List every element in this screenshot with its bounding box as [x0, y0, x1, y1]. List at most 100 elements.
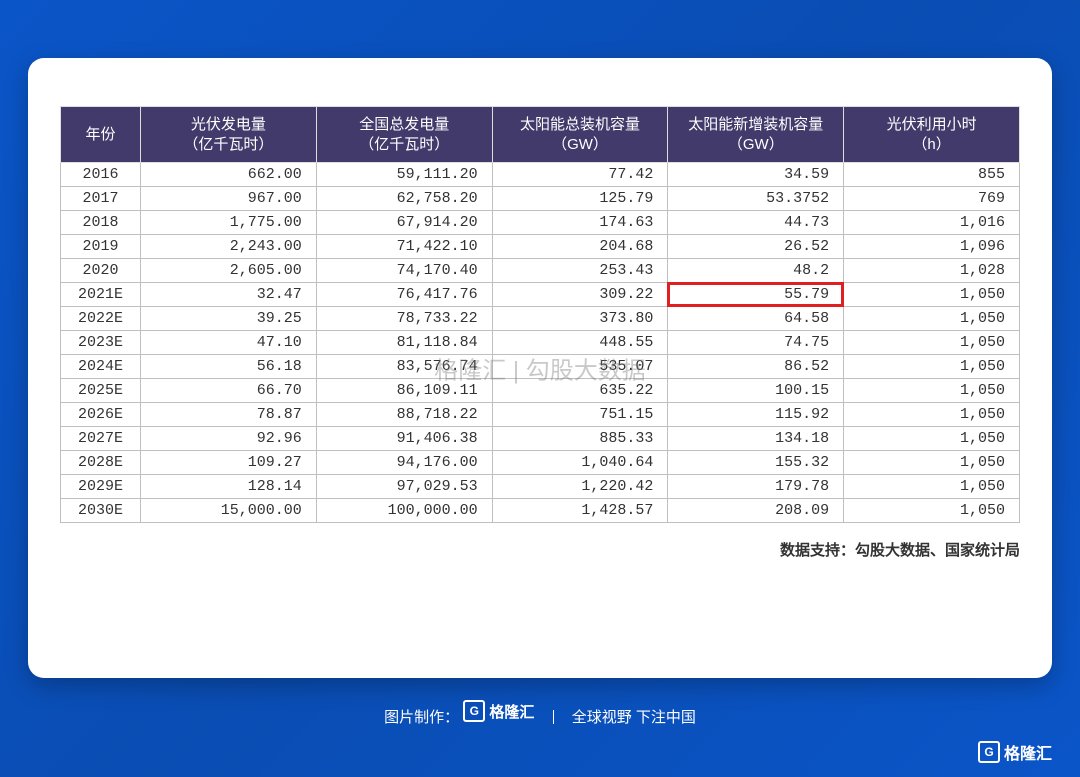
value-cell: 83,576.74: [316, 355, 492, 379]
value-cell: 1,050: [844, 307, 1020, 331]
page-root: 年份光伏发电量（亿千瓦时）全国总发电量（亿千瓦时）太阳能总装机容量（GW）太阳能…: [0, 0, 1080, 777]
table-row: 20181,775.0067,914.20174.6344.731,016: [61, 211, 1020, 235]
value-cell: 253.43: [492, 259, 668, 283]
value-cell: 2,605.00: [141, 259, 317, 283]
table-row: 2022E39.2578,733.22373.8064.581,050: [61, 307, 1020, 331]
content-panel: 年份光伏发电量（亿千瓦时）全国总发电量（亿千瓦时）太阳能总装机容量（GW）太阳能…: [28, 58, 1052, 678]
value-cell: 67,914.20: [316, 211, 492, 235]
brand-name: 格隆汇: [489, 701, 534, 722]
value-cell: 125.79: [492, 187, 668, 211]
footer-bar: 图片制作： 格隆汇 全球视野 下注中国: [0, 700, 1080, 727]
value-cell: 662.00: [141, 163, 317, 187]
table-row: 2030E15,000.00100,000.001,428.57208.091,…: [61, 499, 1020, 523]
value-cell: 1,050: [844, 475, 1020, 499]
table-header: 年份光伏发电量（亿千瓦时）全国总发电量（亿千瓦时）太阳能总装机容量（GW）太阳能…: [61, 107, 1020, 163]
value-cell: 88,718.22: [316, 403, 492, 427]
value-cell: 115.92: [668, 403, 844, 427]
value-cell: 885.33: [492, 427, 668, 451]
value-cell: 78,733.22: [316, 307, 492, 331]
table-row: 20192,243.0071,422.10204.6826.521,096: [61, 235, 1020, 259]
value-cell: 32.47: [141, 283, 317, 307]
table-row: 2016662.0059,111.2077.4234.59855: [61, 163, 1020, 187]
col-header: 年份: [61, 107, 141, 163]
value-cell: 208.09: [668, 499, 844, 523]
value-cell: 204.68: [492, 235, 668, 259]
value-cell: 86,109.11: [316, 379, 492, 403]
value-cell: 1,050: [844, 331, 1020, 355]
value-cell: 66.70: [141, 379, 317, 403]
value-cell: 1,050: [844, 427, 1020, 451]
table-row: 2028E109.2794,176.001,040.64155.321,050: [61, 451, 1020, 475]
value-cell: 71,422.10: [316, 235, 492, 259]
year-cell: 2030E: [61, 499, 141, 523]
year-cell: 2017: [61, 187, 141, 211]
value-cell: 77.42: [492, 163, 668, 187]
value-cell: 769: [844, 187, 1020, 211]
value-cell: 59,111.20: [316, 163, 492, 187]
value-cell: 855: [844, 163, 1020, 187]
value-cell: 1,428.57: [492, 499, 668, 523]
table-row: 2017967.0062,758.20125.7953.3752769: [61, 187, 1020, 211]
corner-logo: 格隆汇: [978, 740, 1052, 764]
value-cell: 47.10: [141, 331, 317, 355]
value-cell: 448.55: [492, 331, 668, 355]
value-cell: 92.96: [141, 427, 317, 451]
value-cell: 1,050: [844, 355, 1020, 379]
value-cell: 34.59: [668, 163, 844, 187]
value-cell: 174.63: [492, 211, 668, 235]
value-cell: 26.52: [668, 235, 844, 259]
value-cell: 1,050: [844, 403, 1020, 427]
col-header: 太阳能总装机容量（GW）: [492, 107, 668, 163]
value-cell: 1,096: [844, 235, 1020, 259]
year-cell: 2019: [61, 235, 141, 259]
value-cell: 81,118.84: [316, 331, 492, 355]
value-cell: 2,243.00: [141, 235, 317, 259]
tagline: 全球视野 下注中国: [572, 709, 696, 726]
value-cell: 635.22: [492, 379, 668, 403]
value-cell: 967.00: [141, 187, 317, 211]
value-cell: 1,050: [844, 451, 1020, 475]
solar-table: 年份光伏发电量（亿千瓦时）全国总发电量（亿千瓦时）太阳能总装机容量（GW）太阳能…: [60, 106, 1020, 523]
value-cell: 56.18: [141, 355, 317, 379]
value-cell: 39.25: [141, 307, 317, 331]
col-header: 光伏发电量（亿千瓦时）: [141, 107, 317, 163]
value-cell: 1,050: [844, 283, 1020, 307]
col-header: 全国总发电量（亿千瓦时）: [316, 107, 492, 163]
logo-icon: [978, 741, 1000, 763]
year-cell: 2027E: [61, 427, 141, 451]
table-row: 2024E56.1883,576.74535.0786.521,050: [61, 355, 1020, 379]
value-cell: 373.80: [492, 307, 668, 331]
credit-label: 图片制作：: [384, 709, 459, 726]
value-cell: 62,758.20: [316, 187, 492, 211]
value-cell: 1,220.42: [492, 475, 668, 499]
table-row: 2029E128.1497,029.531,220.42179.781,050: [61, 475, 1020, 499]
year-cell: 2022E: [61, 307, 141, 331]
year-cell: 2026E: [61, 403, 141, 427]
brand-name: 格隆汇: [1004, 740, 1052, 764]
value-cell: 74.75: [668, 331, 844, 355]
value-cell: 535.07: [492, 355, 668, 379]
year-cell: 2024E: [61, 355, 141, 379]
value-cell: 76,417.76: [316, 283, 492, 307]
col-header: 光伏利用小时（h）: [844, 107, 1020, 163]
value-cell: 155.32: [668, 451, 844, 475]
table-body: 2016662.0059,111.2077.4234.598552017967.…: [61, 163, 1020, 523]
year-cell: 2023E: [61, 331, 141, 355]
year-cell: 2025E: [61, 379, 141, 403]
col-header: 太阳能新增装机容量（GW）: [668, 107, 844, 163]
value-cell: 128.14: [141, 475, 317, 499]
value-cell: 1,028: [844, 259, 1020, 283]
logo-icon: [463, 700, 485, 722]
year-cell: 2021E: [61, 283, 141, 307]
value-cell: 44.73: [668, 211, 844, 235]
year-cell: 2028E: [61, 451, 141, 475]
value-cell: 74,170.40: [316, 259, 492, 283]
value-cell: 64.58: [668, 307, 844, 331]
value-cell: 751.15: [492, 403, 668, 427]
year-cell: 2018: [61, 211, 141, 235]
data-source-label: 数据支持：勾股大数据、国家统计局: [60, 539, 1020, 560]
value-cell: 15,000.00: [141, 499, 317, 523]
value-cell: 100,000.00: [316, 499, 492, 523]
value-cell: 109.27: [141, 451, 317, 475]
value-cell: 78.87: [141, 403, 317, 427]
